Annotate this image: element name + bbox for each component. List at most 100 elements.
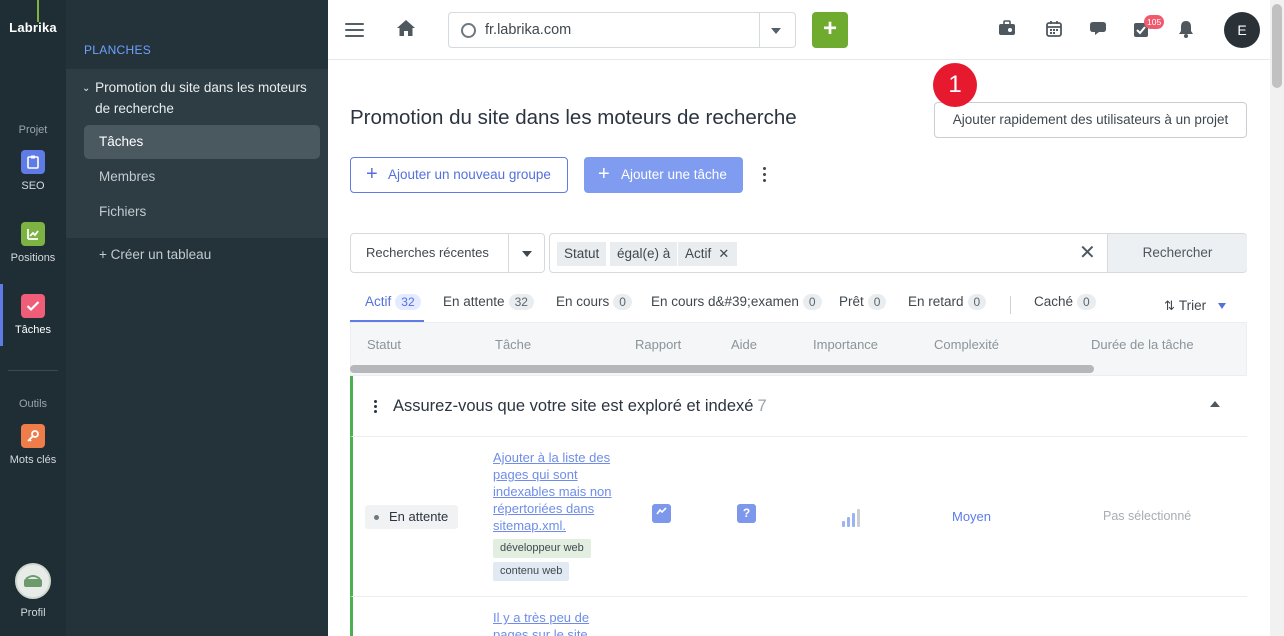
page-title: Promotion du site dans les moteurs de re…: [350, 106, 797, 129]
report-icon[interactable]: [652, 504, 671, 523]
column-header-aide[interactable]: Aide: [731, 337, 757, 352]
select-divider: [759, 13, 760, 47]
hamburger-menu-icon[interactable]: [345, 23, 364, 37]
collapse-group-icon[interactable]: [1210, 401, 1220, 407]
tab-count: 0: [867, 294, 887, 310]
section-label-projet: Projet: [18, 124, 48, 136]
clear-filter-icon[interactable]: ✕: [1079, 242, 1096, 264]
search-button[interactable]: Rechercher: [1107, 234, 1247, 272]
filter-chip-value[interactable]: Actif ✕: [678, 242, 738, 266]
bell-icon[interactable]: [1178, 20, 1198, 40]
status-label: En attente: [389, 509, 449, 524]
add-task-label: Ajouter une tâche: [621, 167, 727, 182]
quick-add-users-button[interactable]: Ajouter rapidement des utilisateurs à un…: [934, 102, 1247, 138]
more-options-icon[interactable]: [762, 167, 768, 185]
rail-item-label: Profil: [20, 607, 46, 619]
tab-count: 0: [802, 294, 822, 310]
column-header-complexite[interactable]: Complexité: [934, 337, 999, 352]
filter-bar[interactable]: Statut égal(e) à Actif ✕ ✕ Rechercher: [549, 233, 1247, 273]
rail-item-label: Tâches: [14, 324, 52, 336]
filter-chip-operator[interactable]: égal(e) à: [610, 242, 678, 266]
sidebar-item-fichiers[interactable]: Fichiers: [84, 195, 320, 229]
column-header-tache[interactable]: Tâche: [495, 337, 531, 352]
add-task-button[interactable]: + Ajouter une tâche: [584, 157, 743, 193]
home-icon[interactable]: [396, 19, 416, 39]
tab-count: 32: [395, 294, 421, 310]
table-row[interactable]: En attente Ajouter à la liste des pages …: [350, 437, 1247, 597]
vertical-scrollbar[interactable]: [1270, 0, 1284, 636]
sort-label: Trier: [1178, 298, 1207, 313]
task-title-link[interactable]: Il y a très peu de pages sur le site: [493, 609, 613, 636]
group-options-icon[interactable]: [374, 400, 378, 415]
tab-count: 0: [1077, 294, 1096, 310]
tab-cache[interactable]: Caché 0: [1034, 294, 1096, 322]
sidebar-title: PLANCHES: [84, 43, 152, 57]
add-button[interactable]: +: [812, 12, 848, 48]
tab-divider: [1010, 296, 1011, 314]
rail-item-label: SEO: [21, 180, 45, 192]
rail-item-seo[interactable]: SEO: [0, 150, 66, 192]
left-rail: Labrika Projet SEO Positions Tâches Outi…: [0, 0, 66, 636]
task-tag: développeur web: [493, 539, 591, 558]
help-icon[interactable]: ?: [737, 504, 756, 523]
scrollbar-thumb[interactable]: [1272, 4, 1282, 88]
group-count: 7: [757, 397, 767, 415]
sort-icon: ⇅: [1164, 298, 1175, 313]
tab-count: 0: [613, 294, 632, 310]
tab-count: 0: [967, 294, 987, 310]
tab-actif[interactable]: Actif 32: [365, 294, 421, 322]
key-icon: [21, 424, 45, 448]
column-header-statut[interactable]: Statut: [367, 337, 401, 352]
recent-searches-label: Recherches récentes: [366, 245, 489, 260]
sort-dropdown[interactable]: ⇅ Trier: [1164, 298, 1227, 314]
tab-en-retard[interactable]: En retard 0: [908, 294, 987, 322]
tab-en-cours-examen[interactable]: En cours d&#39;examen 0: [651, 294, 822, 322]
rail-item-taches[interactable]: Tâches: [0, 294, 66, 336]
group-title-text: Assurez-vous que votre site est exploré …: [393, 397, 754, 415]
tab-label: Prêt: [839, 294, 864, 309]
table-row[interactable]: Il y a très peu de pages sur le site: [350, 597, 1247, 636]
caret-down-icon: [1218, 303, 1227, 310]
board-toggle[interactable]: ⌄ Promotion du site dans les moteurs de …: [82, 77, 322, 119]
rail-item-positions[interactable]: Positions: [0, 222, 66, 264]
close-icon[interactable]: ✕: [718, 242, 729, 266]
chat-icon[interactable]: [1088, 20, 1108, 40]
board-name: Promotion du site dans les moteurs de re…: [95, 80, 307, 116]
rail-item-label: Positions: [10, 252, 56, 264]
duration-value[interactable]: Pas sélectionné: [1103, 509, 1191, 523]
calendar-icon[interactable]: [1046, 20, 1066, 40]
filter-chip-field[interactable]: Statut: [557, 242, 607, 266]
tab-en-cours[interactable]: En cours 0: [556, 294, 632, 322]
horizontal-scrollbar[interactable]: [350, 365, 1094, 373]
sidebar-item-taches[interactable]: Tâches: [84, 125, 320, 159]
tab-label: En attente: [443, 294, 505, 309]
rail-item-mots-cles[interactable]: Mots clés: [0, 424, 66, 466]
task-group-header: Assurez-vous que votre site est exploré …: [350, 376, 1247, 437]
user-avatar[interactable]: E: [1224, 12, 1260, 48]
status-dot: [374, 515, 379, 520]
tab-en-attente[interactable]: En attente 32: [443, 294, 534, 322]
status-badge[interactable]: En attente: [365, 505, 459, 529]
app-logo[interactable]: Labrika: [0, 20, 66, 35]
briefcase-icon[interactable]: [998, 20, 1018, 40]
status-tabs: Actif 32 En attente 32 En cours 0 En cours …: [350, 294, 1246, 324]
sidebar-item-membres[interactable]: Membres: [84, 160, 320, 194]
recent-searches-select[interactable]: Recherches récentes: [350, 233, 545, 273]
complexity-value[interactable]: Moyen: [952, 509, 991, 524]
tab-pret[interactable]: Prêt 0: [839, 294, 887, 322]
rail-divider: [8, 370, 58, 371]
tab-label: En cours d&#39;examen: [651, 294, 799, 309]
caret-down-icon: [522, 251, 532, 257]
column-header-importance[interactable]: Importance: [813, 337, 878, 352]
importance-bars-icon: [842, 507, 862, 527]
add-group-button[interactable]: + Ajouter un nouveau groupe: [350, 157, 568, 193]
column-header-duree[interactable]: Durée de la tâche: [1091, 337, 1194, 352]
tab-label: Caché: [1034, 294, 1074, 309]
column-header-rapport[interactable]: Rapport: [635, 337, 681, 352]
rail-item-profil[interactable]: Profil: [0, 563, 66, 619]
create-board-link[interactable]: + Créer un tableau: [99, 247, 211, 262]
project-url: fr.labrika.com: [485, 22, 572, 38]
task-title-link[interactable]: Ajouter à la liste des pages qui sont in…: [493, 449, 613, 534]
step-marker: 1: [933, 63, 977, 107]
project-url-select[interactable]: fr.labrika.com: [448, 12, 796, 48]
